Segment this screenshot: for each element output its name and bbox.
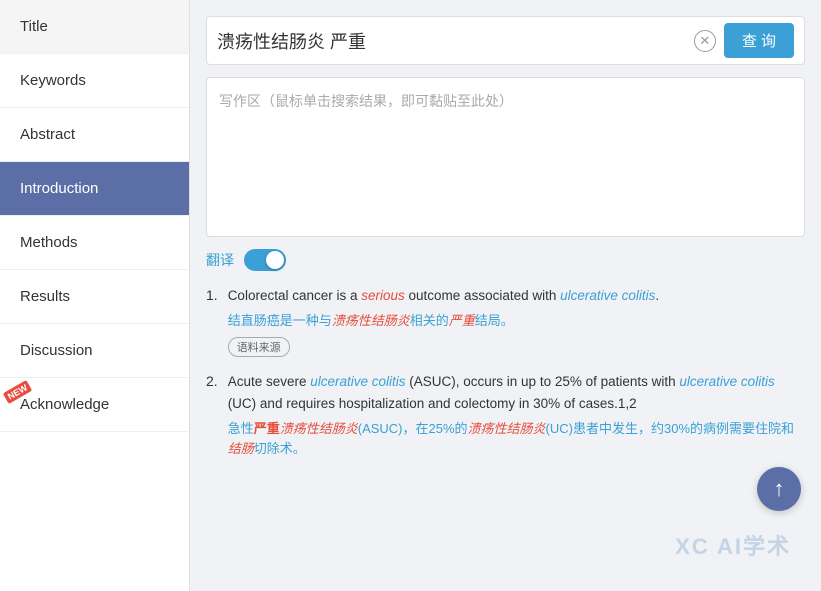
search-input[interactable] — [217, 30, 686, 51]
result-en[interactable]: Acute severe ulcerative colitis (ASUC), … — [228, 371, 805, 414]
result-number: 2. — [206, 373, 218, 389]
en-text-part: serious — [361, 288, 405, 303]
en-text-part: (ASUC), occurs in up to 25% of patients … — [406, 374, 680, 389]
translate-label: 翻译 — [206, 250, 234, 270]
sidebar-item-label: Abstract — [20, 126, 75, 143]
result-number: 1. — [206, 287, 218, 303]
en-text-part: . — [655, 288, 659, 303]
search-button[interactable]: 查 询 — [724, 23, 794, 58]
sidebar-item-introduction[interactable]: Introduction — [0, 162, 189, 216]
translate-row: 翻译 — [206, 249, 805, 271]
sidebar-item-label: Introduction — [20, 180, 98, 197]
sidebar-item-label: Results — [20, 288, 70, 305]
results-list: 1. Colorectal cancer is a serious outcome… — [206, 285, 805, 464]
en-text-part: ulcerative colitis — [679, 374, 774, 389]
result-content: Acute severe ulcerative colitis (ASUC), … — [228, 371, 805, 464]
result-zh: 结直肠癌是一种与溃疡性结肠炎相关的严重结局。 — [228, 311, 805, 332]
en-text-part: outcome associated with — [405, 288, 560, 303]
sidebar: Title Keywords Abstract Introduction Methods… — [0, 0, 190, 591]
sidebar-item-label: Methods — [20, 234, 78, 251]
sidebar-item-abstract[interactable]: Abstract — [0, 108, 189, 162]
translate-toggle[interactable] — [244, 249, 286, 271]
sidebar-item-label: Title — [20, 18, 48, 35]
sidebar-item-acknowledge[interactable]: NEWAcknowledge — [0, 378, 189, 432]
search-bar: ✕ 查 询 — [206, 16, 805, 65]
main-content: ✕ 查 询 写作区（鼠标单击搜索结果，即可黏贴至此处） 翻译 1. Colorec… — [190, 0, 821, 591]
sidebar-item-title[interactable]: Title — [0, 0, 189, 54]
result-en[interactable]: Colorectal cancer is a serious outcome a… — [228, 285, 805, 307]
result-item-1: 1. Colorectal cancer is a serious outcome… — [206, 285, 805, 357]
sidebar-item-results[interactable]: Results — [0, 270, 189, 324]
result-content: Colorectal cancer is a serious outcome a… — [228, 285, 805, 357]
sidebar-item-label: Discussion — [20, 342, 93, 359]
sidebar-item-keywords[interactable]: Keywords — [0, 54, 189, 108]
en-text-part: (UC) and requires hospitalization and co… — [228, 396, 637, 411]
clear-button[interactable]: ✕ — [694, 30, 716, 52]
en-text-part: ulcerative colitis — [310, 374, 405, 389]
en-text-part: Acute severe — [228, 374, 311, 389]
writing-placeholder: 写作区（鼠标单击搜索结果，即可黏贴至此处） — [219, 93, 513, 109]
source-tag[interactable]: 语料来源 — [228, 337, 290, 357]
toggle-knob — [266, 251, 284, 269]
en-text-part: Colorectal cancer is a — [228, 288, 362, 303]
sidebar-item-methods[interactable]: Methods — [0, 216, 189, 270]
scroll-up-button[interactable]: ↑ — [757, 467, 801, 511]
sidebar-item-label: Keywords — [20, 72, 86, 89]
result-zh: 急性严重溃疡性结肠炎(ASUC)，在25%的溃疡性结肠炎(UC)患者中发生，约3… — [228, 419, 805, 461]
result-item-2: 2. Acute severe ulcerative colitis (ASUC)… — [206, 371, 805, 464]
writing-area[interactable]: 写作区（鼠标单击搜索结果，即可黏贴至此处） — [206, 77, 805, 237]
en-text-part: ulcerative colitis — [560, 288, 655, 303]
watermark: XC AI学术 — [675, 529, 791, 561]
sidebar-item-discussion[interactable]: Discussion — [0, 324, 189, 378]
sidebar-item-label: Acknowledge — [20, 396, 109, 413]
